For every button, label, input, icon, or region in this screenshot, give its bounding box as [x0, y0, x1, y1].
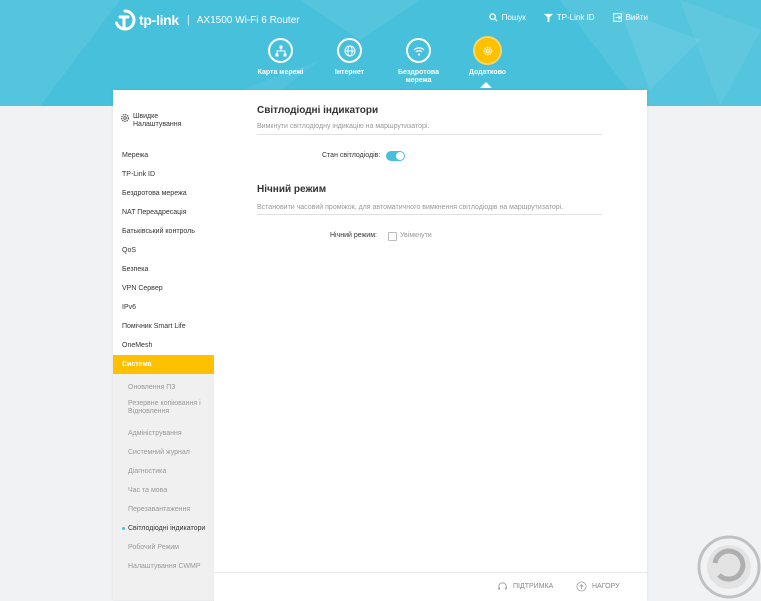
- submenu-firmware[interactable]: Оновлення ПЗ: [113, 378, 214, 397]
- tab-advanced[interactable]: Додатково: [453, 38, 522, 85]
- submenu-led[interactable]: Світлодіодні індикатори: [113, 519, 214, 538]
- top-label: НАГОРУ: [592, 583, 620, 590]
- sidebar-item-onemesh[interactable]: OneMesh: [113, 336, 214, 355]
- sidebar-bottom: [113, 570, 214, 600]
- support-label: ПІДТРИМКА: [513, 583, 554, 590]
- search-button[interactable]: Пошук: [488, 13, 526, 22]
- sidebar-item-qos[interactable]: QoS: [113, 241, 214, 260]
- submenu-admin[interactable]: Адміністрування: [113, 424, 214, 443]
- sidebar-item-vpn[interactable]: VPN Сервер: [113, 279, 214, 298]
- tab-internet[interactable]: Інтернет: [315, 38, 384, 85]
- sidebar-item-system[interactable]: Система: [113, 355, 214, 374]
- logout-icon: [612, 13, 622, 22]
- active-tab-caret: [480, 82, 492, 88]
- top-actions: Пошук TP-Link ID Вийти: [471, 13, 648, 22]
- sidebar-item-parental[interactable]: Батьківський контроль: [113, 222, 214, 241]
- logout-label: Вийти: [625, 13, 648, 22]
- sidebar-item-smart-life[interactable]: Помічник Smart Life: [113, 317, 214, 336]
- led-status-label: Стан світлодіодів:: [322, 152, 381, 159]
- submenu-backup[interactable]: Резервне копіювання і Відновлення: [113, 397, 214, 424]
- sidebar-item-ipv6[interactable]: IPv6: [113, 298, 214, 317]
- tab-wireless[interactable]: Бездротова мережа: [384, 38, 453, 85]
- tplink-id-button[interactable]: TP-Link ID: [543, 13, 595, 22]
- night-section-description: Встановити часовий проміжок, для автомат…: [257, 204, 564, 211]
- back-to-top-button[interactable]: НАГОРУ: [576, 581, 620, 592]
- led-section-divider: [257, 134, 602, 135]
- support-button[interactable]: ПІДТРИМКА: [497, 581, 553, 592]
- sidebar-item-network[interactable]: Мережа: [113, 146, 214, 165]
- submenu-diagnostics[interactable]: Діагностика: [113, 462, 214, 481]
- tab-network-map[interactable]: Карта мережі: [246, 38, 315, 85]
- tab-label: Карта мережі: [257, 69, 304, 76]
- sidebar-item-tplink-id[interactable]: TP-Link ID: [113, 165, 214, 184]
- globe-icon: [344, 45, 355, 56]
- site-watermark-logo: [697, 535, 761, 599]
- night-section-title: Нічний режим: [257, 184, 327, 195]
- logout-button[interactable]: Вийти: [612, 13, 648, 22]
- router-model: AX1500 Wi-Fi 6 Router: [196, 14, 300, 26]
- logo-separator: |: [186, 14, 190, 26]
- system-submenu: Оновлення ПЗ Резервне копіювання і Відно…: [113, 374, 214, 589]
- submenu-time-language[interactable]: Час та мова: [113, 481, 214, 500]
- sidebar: Швидке Налаштування Мережа TP-Link ID Бе…: [113, 90, 214, 600]
- tplink-id-icon: [543, 13, 553, 22]
- quick-setup-label: Швидке Налаштування: [133, 113, 182, 128]
- network-map-icon: [275, 45, 286, 56]
- main-panel: Швидке Налаштування Мережа TP-Link ID Бе…: [113, 90, 647, 601]
- headset-icon: [498, 582, 507, 590]
- quick-setup-gear-icon: [120, 113, 130, 123]
- sidebar-item-security[interactable]: Безпека: [113, 260, 214, 279]
- tab-label: Бездротова мережа: [398, 69, 439, 84]
- tplink-id-label: TP-Link ID: [556, 13, 595, 22]
- led-status-toggle[interactable]: [386, 151, 405, 161]
- tplink-logo-icon: [115, 9, 136, 31]
- arrow-up-circle-icon: [576, 581, 587, 592]
- tab-label: Додатково: [468, 69, 507, 76]
- submenu-reboot[interactable]: Перезавантаження: [113, 500, 214, 519]
- main-nav: Карта мережі Інтернет Бездротова мережа …: [246, 38, 522, 85]
- led-section-description: Вимкнути світлодіодну індикацію на маршр…: [257, 123, 430, 130]
- night-mode-checkbox[interactable]: [388, 232, 397, 241]
- sidebar-item-nat[interactable]: NAT Переадресація: [113, 203, 214, 222]
- sidebar-quick-setup[interactable]: Швидке Налаштування: [113, 90, 214, 138]
- tplink-logo[interactable]: tp-link | AX1500 Wi-Fi 6 Router: [114, 9, 300, 31]
- sidebar-item-wireless[interactable]: Бездротова мережа: [113, 184, 214, 203]
- night-mode-checkbox-label[interactable]: Увімкнути: [400, 232, 432, 239]
- submenu-log[interactable]: Системний журнал: [113, 443, 214, 462]
- logo-text: tp-link: [139, 12, 179, 28]
- tab-label: Інтернет: [334, 69, 365, 76]
- submenu-operation-mode[interactable]: Робочий Режим: [113, 538, 214, 557]
- gear-icon: [483, 46, 492, 55]
- search-label: Пошук: [501, 13, 526, 22]
- led-section-title: Світлодіодні індикатори: [257, 105, 379, 116]
- content-area: Світлодіодні індикатори Вимкнути світлод…: [214, 90, 647, 572]
- search-icon: [488, 13, 498, 22]
- wifi-icon: [413, 46, 424, 56]
- night-mode-label: Нічний режим:: [330, 232, 377, 239]
- footer-bar: ПІДТРИМКА НАГОРУ: [214, 572, 647, 601]
- night-section-divider: [257, 214, 602, 215]
